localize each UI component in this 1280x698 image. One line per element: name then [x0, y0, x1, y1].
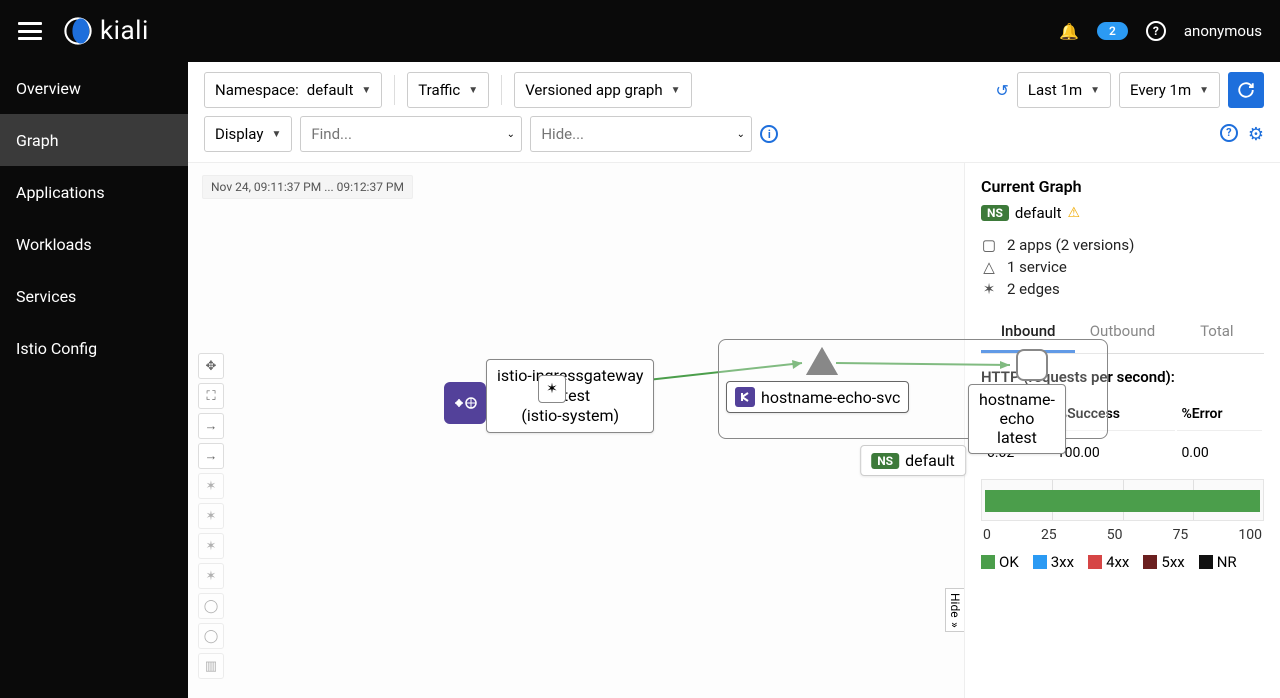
- brand-name: kiali: [100, 16, 149, 46]
- find-input[interactable]: [300, 116, 500, 152]
- tool-map[interactable]: ▥: [198, 653, 224, 679]
- find-dropdown[interactable]: ⌄: [500, 116, 522, 152]
- chevron-down-icon: ▼: [271, 129, 281, 140]
- tool-layout3[interactable]: ✶: [198, 533, 224, 559]
- history-icon[interactable]: ↺: [996, 81, 1009, 100]
- namespace-label-box: NS default: [860, 445, 966, 476]
- chevron-down-icon: ▼: [671, 85, 681, 96]
- hide-input[interactable]: [530, 116, 730, 152]
- tool-drag[interactable]: ✥: [198, 353, 224, 379]
- side-nav: Overview Graph Applications Workloads Se…: [0, 62, 188, 698]
- bar-ok-fill: [985, 490, 1260, 512]
- tab-total[interactable]: Total: [1170, 312, 1264, 353]
- divider: [394, 75, 395, 105]
- namespace-value: default: [307, 81, 354, 99]
- divider: [501, 75, 502, 105]
- time-range-select[interactable]: Last 1m ▼: [1017, 72, 1111, 108]
- refresh-interval-select[interactable]: Every 1m ▼: [1119, 72, 1220, 108]
- tool-layout4[interactable]: ✶: [198, 563, 224, 589]
- tool-arrow2[interactable]: →: [198, 443, 224, 469]
- node-atom-icon[interactable]: ✶: [538, 375, 566, 403]
- info-icon[interactable]: i: [760, 125, 778, 143]
- refresh-icon: [1237, 81, 1255, 99]
- sidenav-item-applications[interactable]: Applications: [0, 166, 188, 218]
- traffic-select[interactable]: Traffic ▼: [407, 72, 489, 108]
- chevron-down-icon: ▼: [1090, 85, 1100, 96]
- node-hostname-echo[interactable]: hostname-echo latest: [968, 384, 1066, 454]
- sidenav-item-workloads[interactable]: Workloads: [0, 218, 188, 270]
- virtualservice-icon: [735, 387, 755, 407]
- namespace-select[interactable]: Namespace: default ▼: [204, 72, 382, 108]
- hide-dropdown[interactable]: ⌄: [730, 116, 752, 152]
- chevron-down-icon: ▼: [361, 85, 371, 96]
- graph-canvas[interactable]: Nov 24, 09:11:37 PM ... 09:12:37 PM isti…: [188, 163, 964, 698]
- node-app-shape[interactable]: [1016, 349, 1048, 381]
- kiali-logo-icon: [64, 17, 92, 45]
- chevron-right-icon: »: [948, 622, 962, 628]
- node-service-triangle[interactable]: [808, 349, 836, 373]
- user-menu[interactable]: anonymous: [1184, 22, 1262, 40]
- hide-panel-handle[interactable]: Hide»: [945, 588, 964, 632]
- ingress-icon: [444, 382, 486, 424]
- graph-type-select[interactable]: Versioned app graph ▼: [514, 72, 691, 108]
- tool-fit[interactable]: ⛶: [198, 383, 224, 409]
- bell-icon[interactable]: 🔔: [1059, 22, 1079, 41]
- node-hostname-echo-svc[interactable]: hostname-echo-svc: [726, 381, 909, 413]
- help-icon[interactable]: ?: [1220, 124, 1238, 142]
- chevron-down-icon: ▼: [1199, 85, 1209, 96]
- tool-globe1[interactable]: ◯: [198, 593, 224, 619]
- tool-globe2[interactable]: ◯: [198, 623, 224, 649]
- brand-logo[interactable]: kiali: [64, 16, 149, 46]
- sidenav-item-overview[interactable]: Overview: [0, 62, 188, 114]
- namespace-label: Namespace:: [215, 81, 299, 99]
- tool-arrow1[interactable]: →: [198, 413, 224, 439]
- help-icon[interactable]: ?: [1146, 21, 1166, 41]
- canvas-toolbar: ✥ ⛶ → → ✶ ✶ ✶ ✶ ◯ ◯ ▥: [198, 353, 224, 679]
- tool-layout1[interactable]: ✶: [198, 473, 224, 499]
- ns-chip: NS: [871, 453, 899, 469]
- tool-layout2[interactable]: ✶: [198, 503, 224, 529]
- refresh-button[interactable]: [1228, 72, 1264, 108]
- hamburger-menu[interactable]: [18, 22, 42, 40]
- chevron-down-icon: ▼: [468, 85, 478, 96]
- display-select[interactable]: Display ▼: [204, 116, 292, 152]
- sidenav-item-graph[interactable]: Graph: [0, 114, 188, 166]
- sidenav-item-services[interactable]: Services: [0, 270, 188, 322]
- sidenav-item-istio-config[interactable]: Istio Config: [0, 322, 188, 374]
- notification-count[interactable]: 2: [1097, 22, 1128, 40]
- gear-icon[interactable]: ⚙: [1248, 124, 1264, 145]
